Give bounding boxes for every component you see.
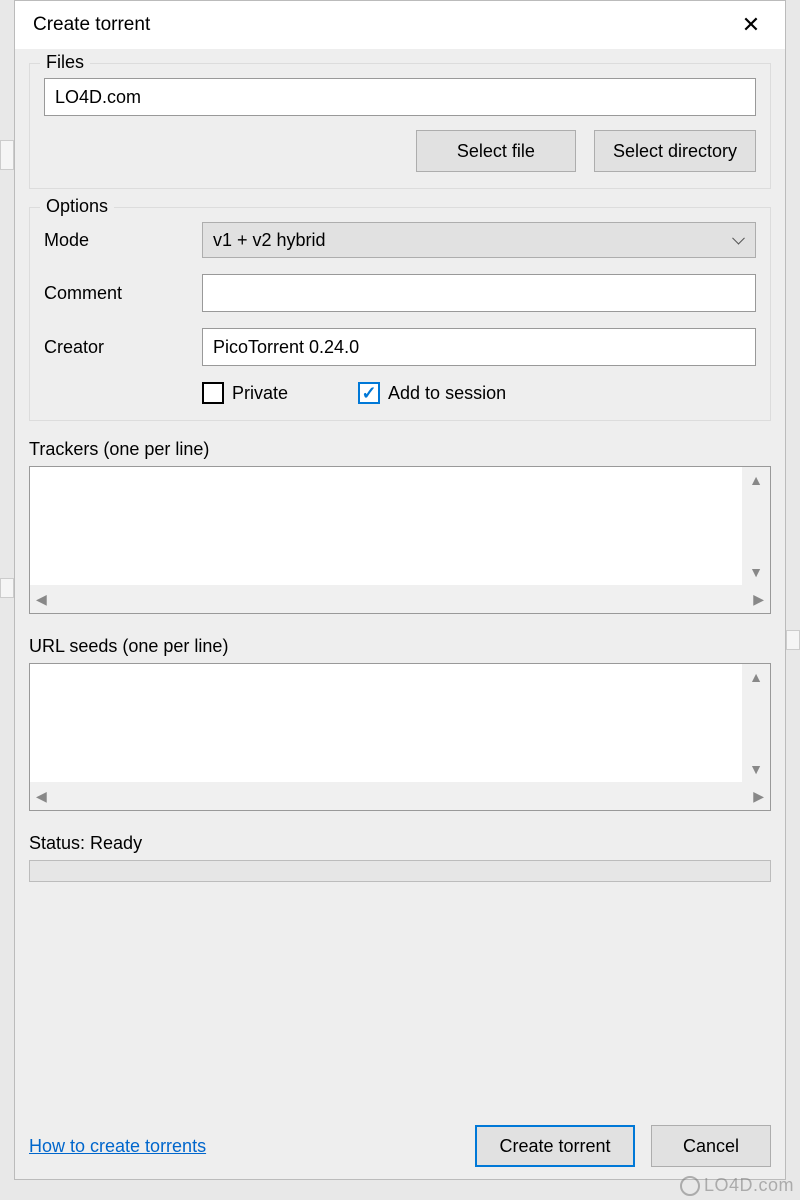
private-checkbox[interactable] [202, 382, 224, 404]
private-checkbox-wrap[interactable]: Private [202, 382, 288, 404]
status-label: Status: Ready [29, 833, 771, 854]
files-legend: Files [40, 52, 90, 73]
create-torrent-button[interactable]: Create torrent [475, 1125, 635, 1167]
mode-select[interactable]: v1 + v2 hybrid [202, 222, 756, 258]
trackers-hscrollbar[interactable]: ◀ ▶ [30, 585, 770, 613]
comment-input[interactable] [202, 274, 756, 312]
private-label: Private [232, 383, 288, 404]
help-link[interactable]: How to create torrents [29, 1136, 206, 1157]
select-directory-button[interactable]: Select directory [594, 130, 756, 172]
mode-value: v1 + v2 hybrid [213, 230, 326, 251]
scroll-down-icon[interactable]: ▼ [749, 565, 763, 579]
mode-label: Mode [44, 230, 202, 251]
dialog-footer: How to create torrents Create torrent Ca… [29, 1113, 771, 1167]
comment-label: Comment [44, 283, 202, 304]
files-group: Files Select file Select directory [29, 63, 771, 189]
scroll-left-icon[interactable]: ◀ [36, 789, 47, 803]
scroll-up-icon[interactable]: ▲ [749, 473, 763, 487]
options-legend: Options [40, 196, 114, 217]
globe-icon [680, 1176, 700, 1196]
options-group: Options Mode v1 + v2 hybrid Comment Crea… [29, 207, 771, 421]
add-session-label: Add to session [388, 383, 506, 404]
scroll-left-icon[interactable]: ◀ [36, 592, 47, 606]
dialog-client-area: Files Select file Select directory Optio… [15, 49, 785, 1179]
urlseeds-vscrollbar[interactable]: ▲ ▼ [742, 664, 770, 782]
watermark: LO4D.com [680, 1175, 794, 1196]
cancel-button[interactable]: Cancel [651, 1125, 771, 1167]
add-session-checkbox-wrap[interactable]: Add to session [358, 382, 506, 404]
add-session-checkbox[interactable] [358, 382, 380, 404]
urlseeds-label: URL seeds (one per line) [29, 636, 771, 657]
urlseeds-textarea[interactable]: ▲ ▼ ◀ ▶ [29, 663, 771, 811]
close-icon[interactable]: ✕ [731, 14, 771, 36]
creator-label: Creator [44, 337, 202, 358]
files-path-input[interactable] [44, 78, 756, 116]
select-file-button[interactable]: Select file [416, 130, 576, 172]
trackers-textarea[interactable]: ▲ ▼ ◀ ▶ [29, 466, 771, 614]
scroll-right-icon[interactable]: ▶ [753, 789, 764, 803]
trackers-vscrollbar[interactable]: ▲ ▼ [742, 467, 770, 585]
dialog-title: Create torrent [33, 14, 150, 36]
scroll-down-icon[interactable]: ▼ [749, 762, 763, 776]
create-torrent-dialog: Create torrent ✕ Files Select file Selec… [14, 0, 786, 1180]
trackers-label: Trackers (one per line) [29, 439, 771, 460]
scroll-up-icon[interactable]: ▲ [749, 670, 763, 684]
titlebar: Create torrent ✕ [15, 1, 785, 49]
urlseeds-hscrollbar[interactable]: ◀ ▶ [30, 782, 770, 810]
creator-input[interactable] [202, 328, 756, 366]
progress-bar [29, 860, 771, 882]
scroll-right-icon[interactable]: ▶ [753, 592, 764, 606]
